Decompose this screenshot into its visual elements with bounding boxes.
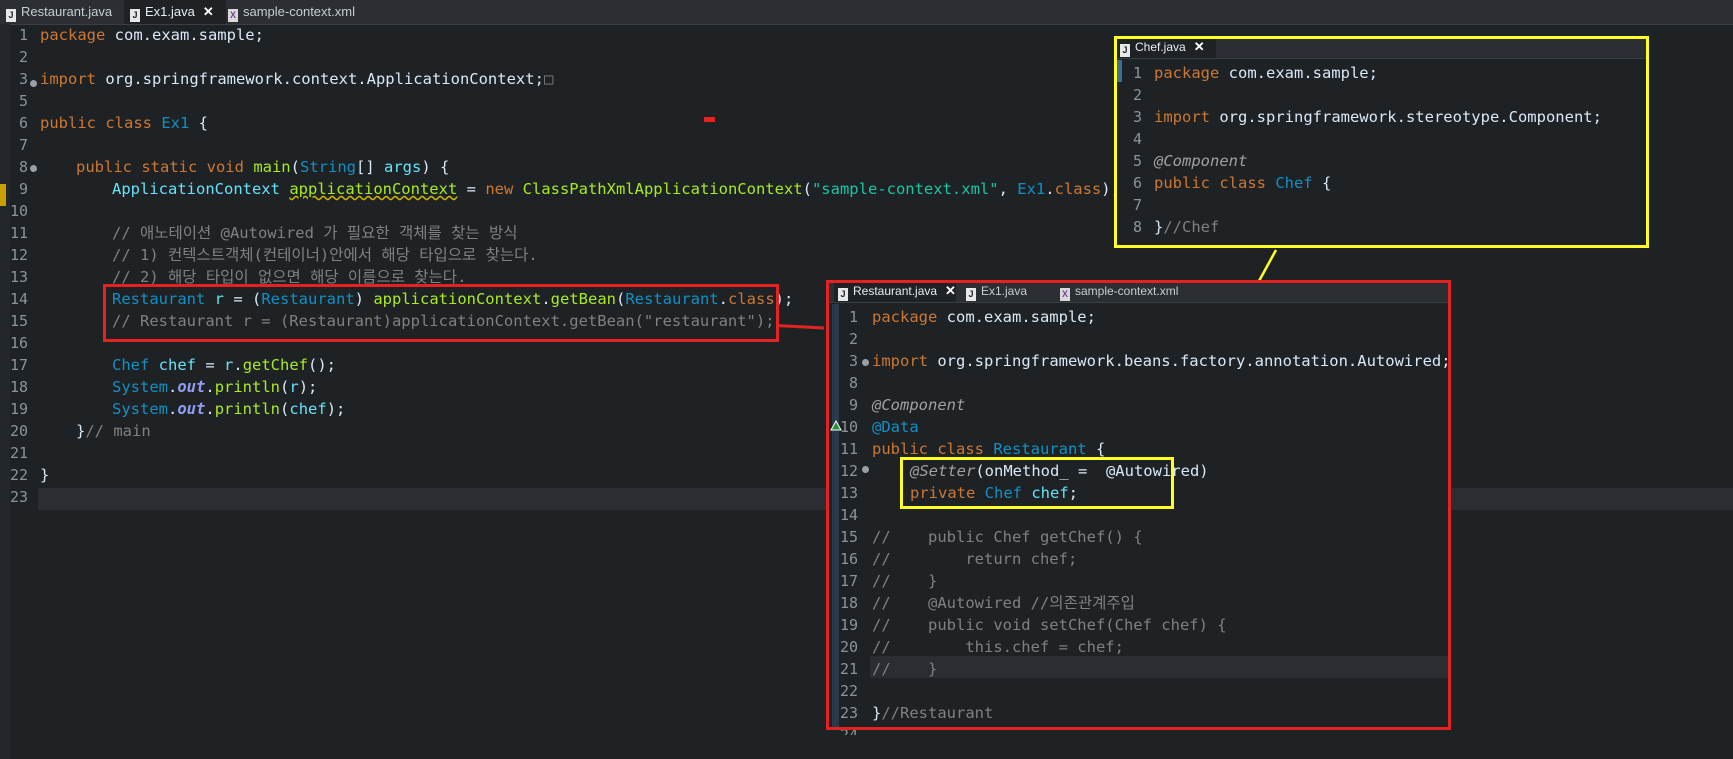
- java-file-icon: J: [130, 9, 140, 22]
- line-number: 20: [9, 422, 28, 440]
- code-line: package com.exam.sample;: [40, 26, 264, 44]
- line-number: 14: [9, 290, 28, 308]
- highlight-box-restaurant: [826, 280, 1451, 730]
- line-number: 23: [9, 488, 28, 506]
- line-number: 16: [9, 334, 28, 352]
- line-number: 13: [9, 268, 28, 286]
- code-comment: // 1) 컨텍스트객체(컨테이너)안에서 해당 타입으로 찾는다.: [112, 246, 538, 264]
- annotation-connector-line: [775, 324, 825, 330]
- editor-tab-bar: J Restaurant.java J Ex1.java ✕ Xsample-cont…: [0, 0, 1733, 25]
- code-line: ApplicationContext applicationContext = …: [112, 180, 1120, 198]
- java-file-icon: J: [6, 9, 16, 22]
- tab-restaurant-java[interactable]: J Restaurant.java: [2, 0, 124, 24]
- line-number: 15: [9, 312, 28, 330]
- highlight-box-chef: [1114, 36, 1649, 248]
- line-number: 10: [9, 202, 28, 220]
- line-number: 3: [18, 70, 28, 88]
- code-line: import org.springframework.context.Appli…: [40, 70, 554, 88]
- line-number: 12: [9, 246, 28, 264]
- line-number: 1: [18, 26, 28, 44]
- code-line: Chef chef = r.getChef();: [112, 356, 337, 374]
- fold-icon[interactable]: [30, 80, 37, 87]
- line-number: 11: [9, 224, 28, 242]
- line-number: 18: [9, 378, 28, 396]
- highlight-box-getbean: [103, 284, 779, 342]
- annotation-red-mark: [704, 117, 715, 122]
- code-line: public class Ex1 {: [40, 114, 208, 132]
- code-line: System.out.println(r);: [112, 378, 318, 396]
- line-number: 5: [18, 92, 28, 110]
- code-line: public static void main(String[] args) {: [76, 158, 450, 176]
- code-line: System.out.println(chef);: [112, 400, 346, 418]
- close-icon[interactable]: ✕: [203, 0, 214, 24]
- tab-ex1-java[interactable]: J Ex1.java ✕: [124, 0, 226, 24]
- code-line: }: [40, 466, 50, 484]
- line-number: 19: [9, 400, 28, 418]
- line-number: 8: [18, 158, 28, 176]
- tab-sample-context-xml[interactable]: Xsample-context.xml: [224, 0, 378, 24]
- line-number: 6: [18, 114, 28, 132]
- code-comment: // 애노테이션 @Autowired 가 필요한 객체를 찾는 방식: [112, 224, 518, 242]
- line-number: 2: [18, 48, 28, 66]
- xml-file-icon: X: [228, 9, 238, 22]
- code-line: }// main: [76, 422, 151, 440]
- line-number: 7: [18, 136, 28, 154]
- line-number: 9: [18, 180, 28, 198]
- line-number: 21: [9, 444, 28, 462]
- fold-icon[interactable]: [30, 165, 37, 172]
- line-number: 22: [9, 466, 28, 484]
- line-number: 17: [9, 356, 28, 374]
